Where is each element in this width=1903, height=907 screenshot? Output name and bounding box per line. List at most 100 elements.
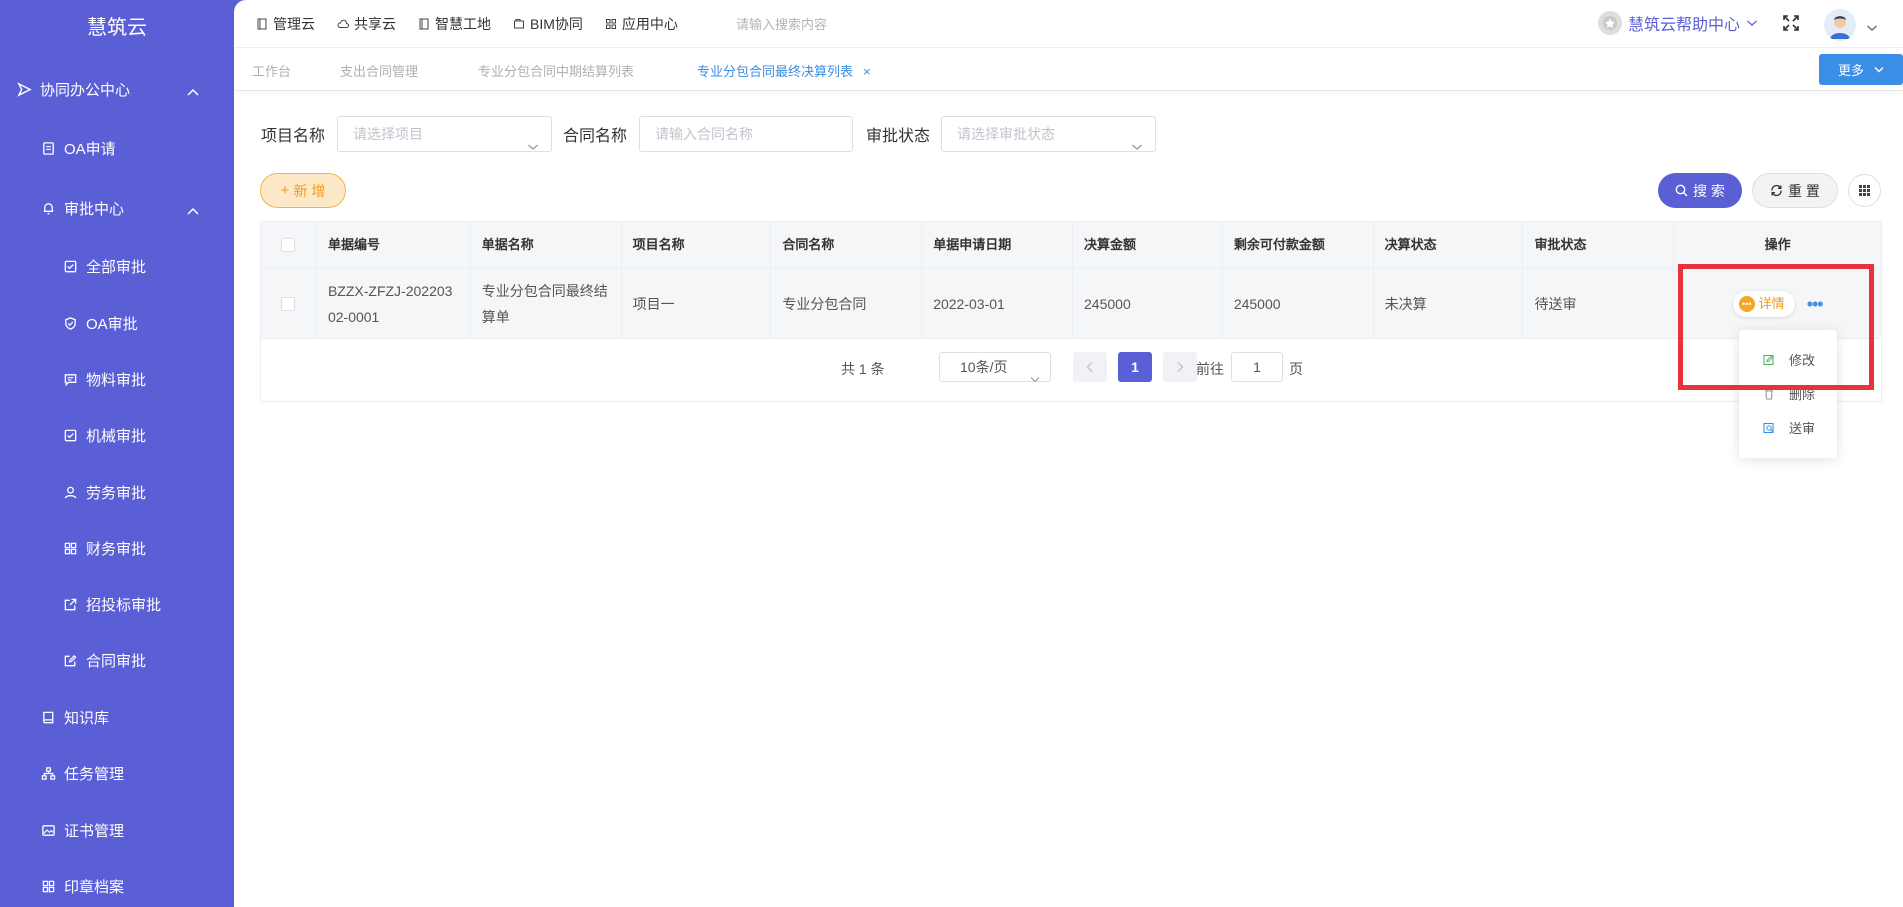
chevron-down-icon[interactable] [1866,19,1878,35]
add-button[interactable]: + 新 增 [260,173,346,208]
fullscreen-icon[interactable] [1782,14,1800,32]
tab-label: 专业分包合同最终决算列表 [697,64,854,79]
help-center-label: 慧筑云帮助中心 [1628,17,1741,34]
chevron-down-icon [1874,67,1884,73]
sidebar-item-finance-approval[interactable]: 财务审批 [0,520,234,576]
sidebar-item-knowledge-base[interactable]: 知识库 [0,689,234,745]
sidebar-item-label: 全部审批 [86,258,147,276]
topnav-app-center[interactable]: 应用中心 [605,14,678,34]
next-page-button[interactable] [1163,352,1197,382]
book-icon [257,18,267,29]
table-header: 单据编号 单据名称 项目名称 合同名称 单据申请日期 决算金额 剩余可付款金额 … [261,222,1881,269]
more-circle-icon: ••• [1738,295,1755,312]
page-number-button[interactable]: 1 [1118,352,1152,382]
sidebar: 慧筑云 协同办公中心 OA申请 审批中心 全部审批 OA审批 物料审批 机械审批… [0,0,234,907]
sidebar-item-oa-approval[interactable]: OA审批 [0,295,234,351]
project-select[interactable]: 请选择项目 [337,116,552,152]
contract-name-input[interactable]: 请输入合同名称 [639,116,853,152]
prev-page-button[interactable] [1073,352,1107,382]
col-header: 合同名称 [771,222,923,268]
shield-check-icon [62,315,78,331]
status-select-placeholder: 请选择审批状态 [957,126,1055,142]
cell-remaining: 245000 [1223,269,1374,338]
select-all-cell [261,222,317,268]
sidebar-item-certificate-management[interactable]: 证书管理 [0,802,234,858]
sidebar-item-machine-approval[interactable]: 机械审批 [0,407,234,463]
page-size-select[interactable]: 10条/页 [939,352,1051,383]
settlement-table: 单据编号 单据名称 项目名称 合同名称 单据申请日期 决算金额 剩余可付款金额 … [260,221,1882,402]
user-avatar[interactable] [1824,9,1856,41]
approval-status-label: 审批状态 [866,128,931,145]
more-tabs-button[interactable]: 更多 [1819,54,1903,85]
user-icon [62,484,78,500]
menu-item-submit[interactable]: 送审 [1763,418,1815,437]
col-header: 操作 [1764,237,1791,252]
sidebar-item-labor-approval[interactable]: 劳务审批 [0,464,234,520]
cell-approve-status: 待送审 [1523,269,1675,338]
menu-item-label: 送审 [1789,421,1816,436]
select-all-checkbox[interactable] [281,238,296,252]
search-button[interactable]: 搜 索 [1658,173,1742,208]
topnav-management-cloud[interactable]: 管理云 [256,14,315,34]
reset-label: 重 置 [1788,182,1820,199]
col-header: 决算状态 [1374,222,1524,268]
sidebar-item-task-management[interactable]: 任务管理 [0,745,234,801]
external-icon [62,596,78,612]
sidebar-item-label: OA申请 [64,140,116,158]
menu-item-label: 删除 [1789,387,1816,402]
help-center-link[interactable]: 慧筑云帮助中心 [1598,11,1758,35]
tab-interim-settlement[interactable]: 专业分包合同中期结算列表 [478,61,634,80]
top-nav: 管理云 共享云 智慧工地 BIM协同 应用中心 请输入搜索内容 慧筑云帮助中心 [234,0,1903,48]
menu-item-edit[interactable]: 修改 [1763,350,1815,369]
sidebar-item-label: 任务管理 [64,765,125,783]
chevron-left-icon [1086,362,1093,372]
row-checkbox[interactable] [281,296,296,311]
search-label: 搜 索 [1693,182,1725,199]
more-actions-icon[interactable]: ••• [1807,291,1824,317]
pagination: 共 1 条 10条/页 1 前往 1 页 [261,339,1881,401]
folder-icon [514,18,524,28]
sidebar-item-label: 合同审批 [86,652,147,670]
sidebar-item-seal-archive[interactable]: 印章档案 [0,858,234,907]
chevron-down-icon [527,129,539,163]
reset-button[interactable]: 重 置 [1752,173,1838,208]
sidebar-item-material-approval[interactable]: 物料审批 [0,351,234,407]
edit-icon [1763,354,1774,365]
checkbox-icon [62,427,78,443]
topnav-smart-site[interactable]: 智慧工地 [418,14,491,34]
cell-date: 2022-03-01 [922,269,1074,338]
chevron-right-icon [1177,362,1184,372]
sidebar-item-bidding-approval[interactable]: 招投标审批 [0,576,234,632]
sidebar-item-contract-approval[interactable]: 合同审批 [0,632,234,688]
cell-project: 项目一 [622,269,772,338]
approval-status-select[interactable]: 请选择审批状态 [941,116,1156,152]
tab-final-settlement[interactable]: 专业分包合同最终决算列表 × [697,61,871,80]
edit-icon [62,652,78,668]
close-icon[interactable]: × [863,64,871,79]
sidebar-item-oa-apply[interactable]: OA申请 [0,120,234,176]
detail-button[interactable]: ••• 详情 [1732,290,1795,317]
sidebar-item-collab-office[interactable]: 协同办公中心 [0,61,234,117]
topnav-bim[interactable]: BIM协同 [513,14,583,34]
goto-page-input[interactable]: 1 [1231,352,1283,382]
sidebar-item-label: 劳务审批 [86,484,147,502]
sidebar-item-all-approval[interactable]: 全部审批 [0,238,234,294]
menu-item-delete[interactable]: 删除 [1763,384,1815,403]
more-label: 更多 [1837,63,1864,78]
row-select-cell [261,269,317,338]
topnav-label: 管理云 [273,15,315,32]
topnav-shared-cloud[interactable]: 共享云 [337,14,396,34]
sidebar-item-label: 审批中心 [64,200,125,218]
tab-workbench[interactable]: 工作台 [252,61,291,80]
sidebar-item-approval-center[interactable]: 审批中心 [0,180,234,236]
column-settings-button[interactable] [1848,174,1881,207]
project-name-label: 项目名称 [261,128,326,145]
global-search-input[interactable]: 请输入搜索内容 [736,14,827,33]
plus-icon: + [280,182,290,199]
tab-expense-contract[interactable]: 支出合同管理 [340,61,418,80]
page-suffix-label: 页 [1289,361,1303,377]
avatar-icon [1824,9,1856,41]
topnav-label: 共享云 [354,15,396,32]
grid-icon [1859,185,1870,196]
cell-amount: 245000 [1073,269,1223,338]
